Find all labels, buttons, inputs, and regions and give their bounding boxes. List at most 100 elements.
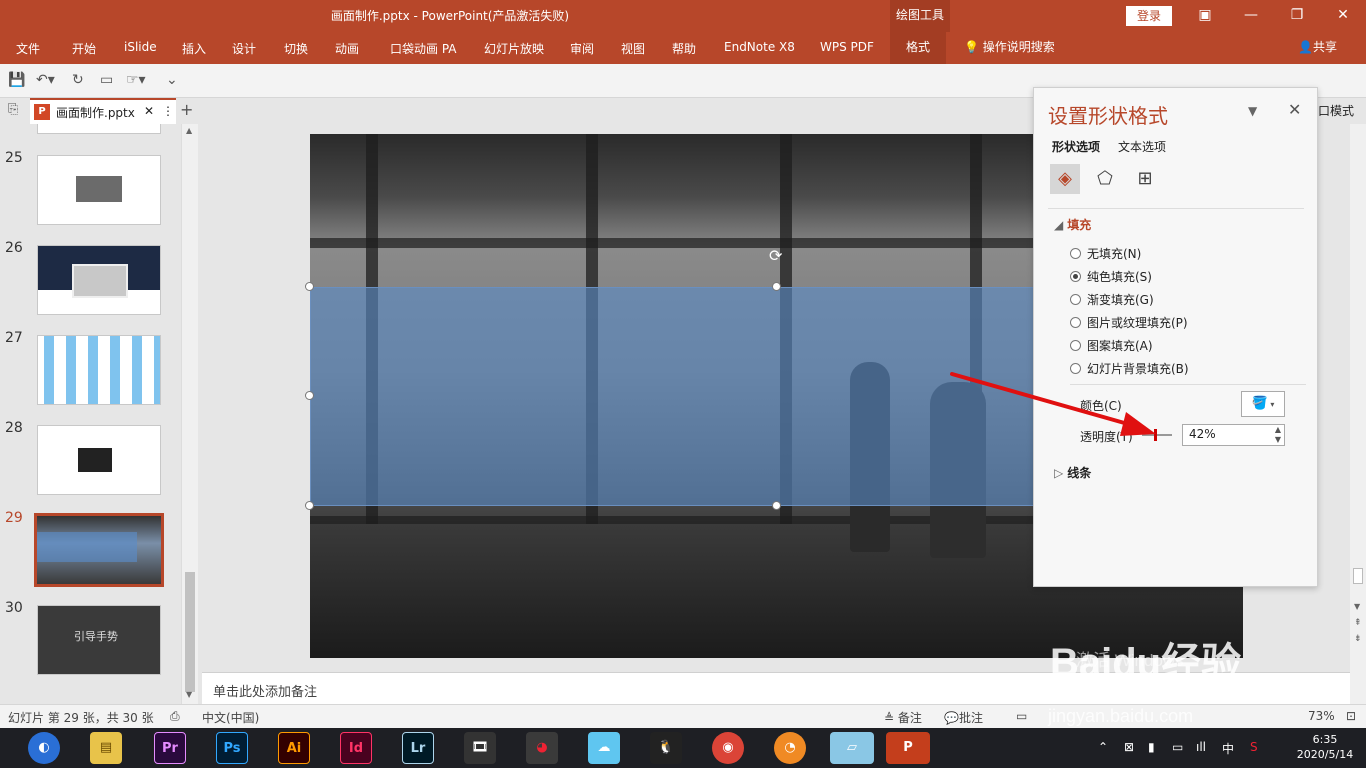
normal-view-icon[interactable]: ▭ (1016, 709, 1027, 723)
tab-endnote[interactable]: EndNote X8 (724, 40, 795, 54)
prev-slide-icon[interactable]: ⇞ (1354, 618, 1362, 628)
radio-solid-fill[interactable]: 纯色填充(S) (1070, 268, 1152, 285)
share-button[interactable]: 👤共享 (1298, 38, 1337, 55)
resize-handle[interactable] (305, 501, 314, 510)
spellcheck-icon[interactable]: ⎙ (170, 709, 180, 724)
language-indicator[interactable]: 中文(中国) (202, 709, 259, 726)
scroll-down-icon[interactable]: ▼ (186, 690, 192, 699)
tell-me-search[interactable]: 💡 操作说明搜索 (964, 38, 1055, 55)
effects-icon[interactable]: ⬠ (1090, 164, 1120, 194)
size-properties-icon[interactable]: ⊞ (1130, 164, 1160, 194)
media-player-icon[interactable]: ◔ (774, 732, 806, 764)
powerpoint-taskbar-icon[interactable]: P (886, 732, 930, 764)
tab-animations[interactable]: 动画 (335, 40, 359, 57)
zoom-level[interactable]: 73% (1308, 709, 1335, 723)
sogou-ime-icon[interactable]: S (1250, 740, 1258, 754)
ime-indicator[interactable]: 中 (1222, 740, 1234, 757)
slide-thumbnail[interactable] (37, 245, 161, 315)
tab-pocket-animation[interactable]: 口袋动画 PA (390, 40, 457, 57)
scrollbar-thumb[interactable] (185, 572, 195, 692)
view-mode-label[interactable]: 口模式 (1318, 102, 1354, 119)
comments-toggle[interactable]: 💬批注 (944, 709, 983, 726)
thumbnails-scrollbar[interactable]: ▲ ▼ (181, 124, 198, 704)
fill-color-picker[interactable]: 🪣 ▾ (1241, 391, 1285, 417)
pane-options-icon[interactable]: ▼ (1248, 104, 1257, 118)
touch-mode-icon[interactable]: ☞▾ (126, 72, 146, 88)
selected-rectangle-shape[interactable] (310, 287, 1044, 506)
fit-slide-icon[interactable]: ⊡ (1346, 709, 1356, 723)
close-icon[interactable]: ✕ (1288, 100, 1301, 119)
indesign-icon[interactable]: Id (340, 732, 372, 764)
undo-icon[interactable]: ↶▾ (36, 72, 55, 88)
resize-handle[interactable] (772, 501, 781, 510)
scroll-up-icon[interactable]: ▲ (186, 126, 192, 135)
notepad-icon[interactable]: ▱ (830, 732, 874, 764)
tray-signal-icon[interactable]: ıll (1196, 740, 1206, 754)
radio-gradient-fill[interactable]: 渐变填充(G) (1070, 291, 1154, 308)
radio-pattern-fill[interactable]: 图案填充(A) (1070, 337, 1153, 354)
resize-handle[interactable] (772, 282, 781, 291)
close-tab-icon[interactable]: ✕ (144, 104, 154, 118)
document-tab[interactable]: P 画面制作.pptx ✕ ⋮ (30, 98, 176, 124)
line-section-header[interactable]: ▷ 线条 (1054, 464, 1091, 481)
tab-islide[interactable]: iSlide (124, 40, 157, 54)
lightroom-icon[interactable]: Lr (402, 732, 434, 764)
radio-picture-fill[interactable]: 图片或纹理填充(P) (1070, 314, 1188, 331)
tab-format[interactable]: 格式 (890, 32, 947, 64)
system-clock[interactable]: 6:35 2020/5/14 (1290, 732, 1360, 762)
browser-icon[interactable]: ◐ (28, 732, 60, 764)
new-tab-icon[interactable]: + (180, 100, 193, 119)
photoshop-icon[interactable]: Ps (216, 732, 248, 764)
slide-thumbnail[interactable] (37, 124, 161, 134)
tray-screen-icon[interactable]: ▭ (1172, 740, 1183, 754)
slide-thumbnail[interactable]: 引导手势 (37, 605, 161, 675)
slide-thumbnail[interactable] (37, 335, 161, 405)
fill-line-icon[interactable]: ◈ (1050, 164, 1080, 194)
tab-transitions[interactable]: 切换 (284, 40, 308, 57)
tab-design[interactable]: 设计 (232, 40, 256, 57)
tab-more-icon[interactable]: ⋮ (162, 104, 174, 118)
scrollbar-thumb[interactable] (1353, 568, 1363, 584)
chrome-icon[interactable]: ◉ (712, 732, 744, 764)
tab-review[interactable]: 审阅 (570, 40, 594, 57)
slideshow-icon[interactable]: ▭ (100, 72, 113, 88)
login-button[interactable]: 登录 (1126, 6, 1172, 26)
maximize-button[interactable]: ❐ (1274, 0, 1320, 32)
illustrator-icon[interactable]: Ai (278, 732, 310, 764)
close-button[interactable]: ✕ (1320, 0, 1366, 32)
cloud-app-icon[interactable]: ☁ (588, 732, 620, 764)
tab-shape-options[interactable]: 形状选项 (1052, 138, 1100, 155)
tab-text-options[interactable]: 文本选项 (1118, 138, 1166, 155)
rotate-handle-icon[interactable]: ⟳ (769, 246, 782, 265)
save-icon[interactable]: 💾 (8, 72, 25, 88)
tab-help[interactable]: 帮助 (672, 40, 696, 57)
notes-toggle[interactable]: ≜ 备注 (884, 709, 922, 726)
fill-section-header[interactable]: ◢ 填充 (1054, 216, 1091, 233)
redo-icon[interactable]: ↻ (72, 72, 84, 88)
next-slide-icon[interactable]: ⇟ (1354, 634, 1362, 644)
tray-network-icon[interactable]: ⊠ (1124, 740, 1134, 754)
umbrella-app-icon[interactable]: ◕ (526, 732, 558, 764)
radio-no-fill[interactable]: 无填充(N) (1070, 245, 1141, 262)
resize-handle[interactable] (305, 391, 314, 400)
resize-handle[interactable] (305, 282, 314, 291)
customize-qat-icon[interactable]: ⌄ (166, 72, 178, 88)
tab-view[interactable]: 视图 (621, 40, 645, 57)
file-explorer-icon[interactable]: ▤ (90, 732, 122, 764)
tab-wps-pdf[interactable]: WPS PDF (820, 40, 874, 54)
tray-battery-icon[interactable]: ▮ (1148, 740, 1155, 754)
ribbon-display-icon[interactable]: ▣ (1182, 0, 1228, 32)
video-editor-icon[interactable]: 🎞 (464, 732, 496, 764)
slide-thumbnail[interactable] (37, 425, 161, 495)
qq-icon[interactable]: 🐧 (650, 732, 682, 764)
tab-file[interactable]: 文件 (16, 40, 40, 57)
tab-slideshow[interactable]: 幻灯片放映 (484, 40, 544, 57)
slide-thumbnail-active[interactable] (34, 513, 164, 587)
tray-up-icon[interactable]: ⌃ (1098, 740, 1108, 754)
premiere-icon[interactable]: Pr (154, 732, 186, 764)
spin-arrows-icon[interactable]: ▲ ▼ (1275, 425, 1281, 445)
outline-icon[interactable]: ⎘ (8, 102, 18, 117)
transparency-input[interactable]: 42% ▲ ▼ (1182, 424, 1285, 446)
editor-scrollbar[interactable]: ▼ ⇞ ⇟ (1350, 124, 1366, 704)
scroll-down-icon[interactable]: ▼ (1354, 602, 1360, 611)
